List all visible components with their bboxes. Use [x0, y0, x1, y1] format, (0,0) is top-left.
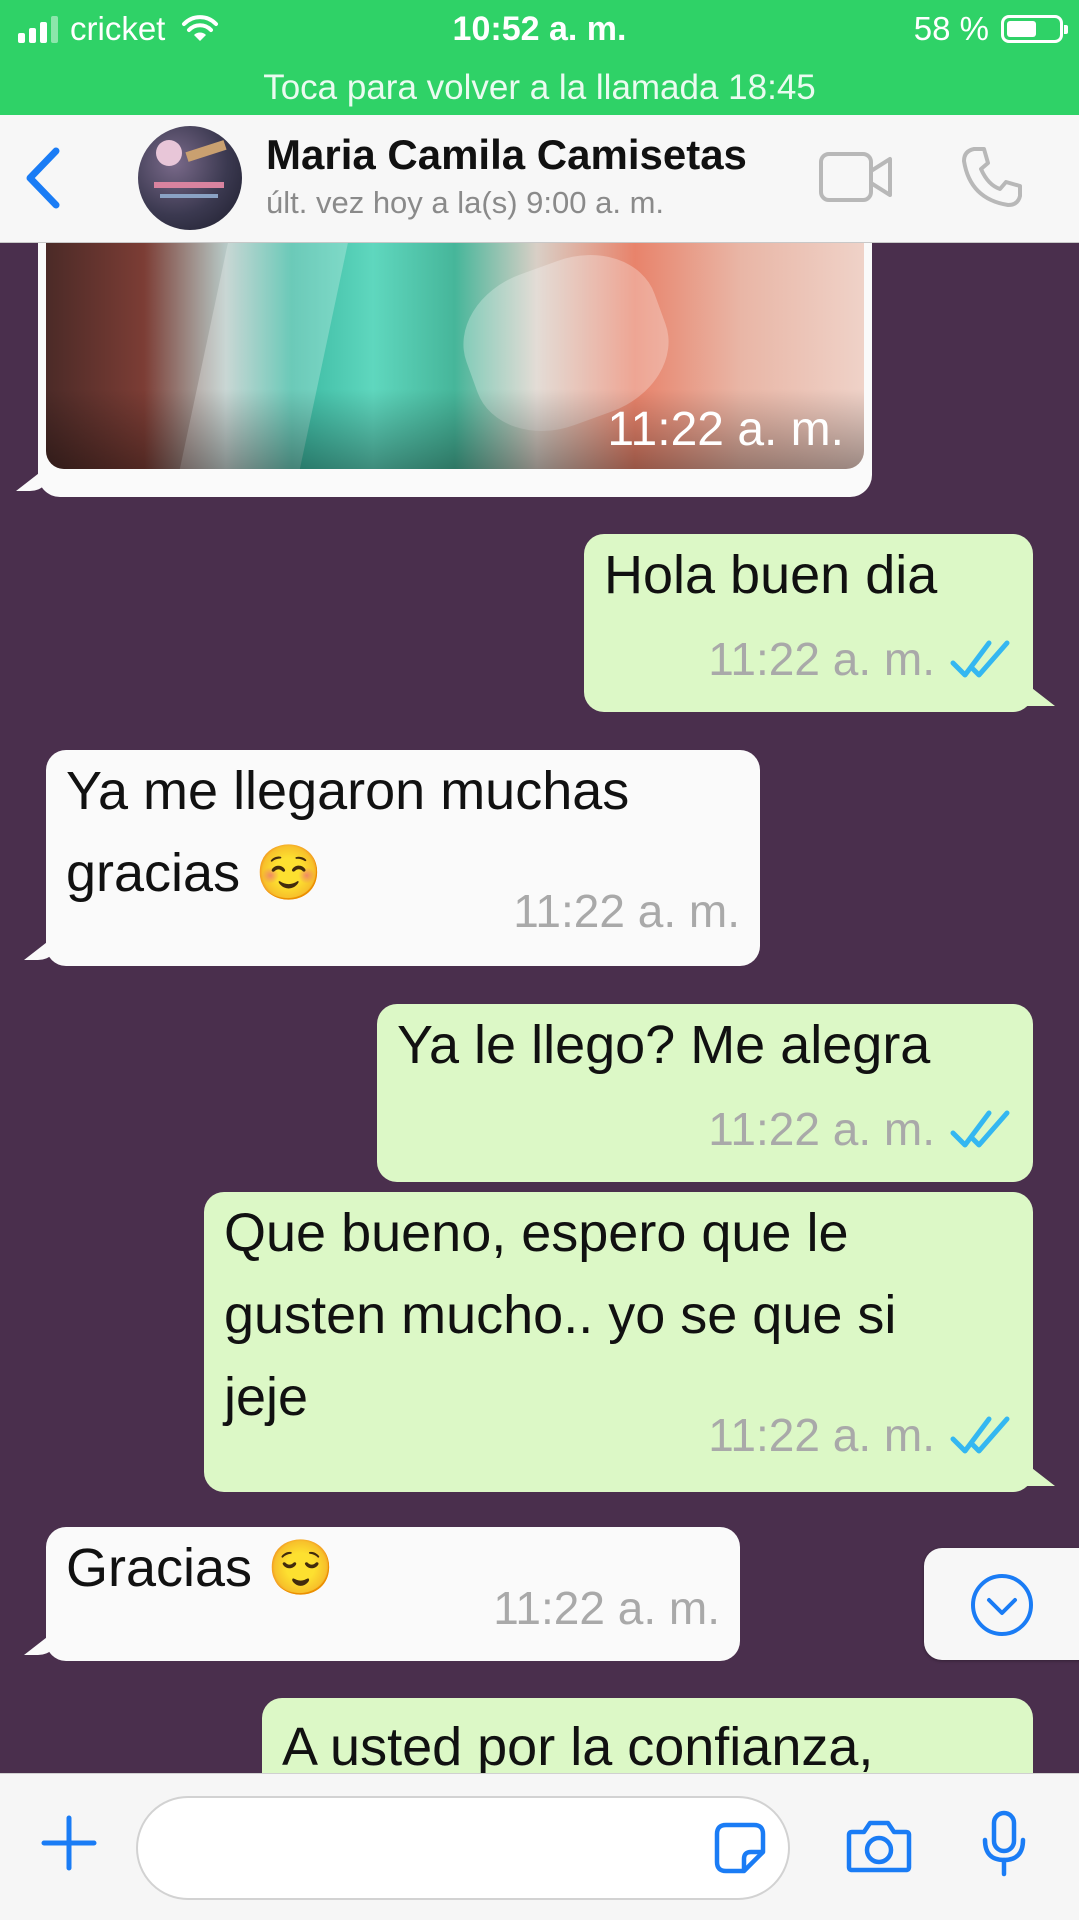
status-right: 58 %	[913, 10, 1068, 48]
outgoing-message[interactable]: A usted por la confianza,	[262, 1698, 1033, 1773]
back-chevron-icon[interactable]	[20, 145, 70, 211]
phone-call-icon[interactable]	[960, 145, 1024, 209]
message-meta: 11:22 a. m.	[493, 1567, 720, 1649]
image-message-bubble[interactable]: 11:22 a. m.	[38, 243, 872, 497]
plus-icon[interactable]	[40, 1814, 98, 1872]
chat-header: Maria Camila Camisetas últ. vez hoy a la…	[0, 115, 1079, 243]
message-meta: 11:22 a. m.	[708, 1088, 1015, 1170]
last-seen-status: últ. vez hoy a la(s) 9:00 a. m.	[266, 185, 665, 220]
message-text-line-1: Ya me llegaron muchas	[66, 761, 630, 821]
double-check-icon	[950, 1416, 1010, 1454]
outgoing-message[interactable]: Hola buen dia 11:22 a. m.	[584, 534, 1033, 712]
image-message-photo[interactable]: 11:22 a. m.	[46, 243, 864, 469]
message-input[interactable]	[136, 1796, 790, 1900]
incoming-message[interactable]: Ya me llegaron muchas gracias ☺️ 11:22 a…	[46, 750, 760, 966]
message-text: A usted por la confianza,	[282, 1717, 874, 1773]
message-text: Ya le llego? Me alegra	[397, 1015, 931, 1075]
scroll-down-icon	[971, 1574, 1033, 1636]
message-time: 11:22 a. m.	[708, 1103, 935, 1155]
message-text-line-2: gusten mucho.. yo se que si	[224, 1285, 897, 1345]
message-list[interactable]: 11:22 a. m. Hola buen dia 11:22 a. m. Ya…	[0, 243, 1079, 1773]
outgoing-message[interactable]: Ya le llego? Me alegra 11:22 a. m.	[377, 1004, 1033, 1182]
message-time: 11:22 a. m.	[708, 633, 935, 685]
camera-icon[interactable]	[846, 1818, 912, 1874]
battery-percentage: 58 %	[913, 10, 989, 47]
sticker-icon[interactable]	[714, 1822, 766, 1874]
return-to-call-text: Toca para volver a la llamada 18:45	[263, 68, 816, 107]
scroll-to-bottom-button[interactable]	[924, 1548, 1079, 1660]
message-text-line-1: Que bueno, espero que le	[224, 1203, 849, 1263]
message-text: Hola buen dia	[604, 545, 938, 605]
return-to-call-banner[interactable]: Toca para volver a la llamada 18:45	[0, 60, 1079, 115]
message-input-bar	[0, 1773, 1079, 1920]
video-call-icon[interactable]	[818, 149, 894, 205]
message-time: 11:22 a. m.	[607, 403, 844, 456]
battery-icon	[1001, 15, 1068, 43]
message-time: 11:22 a. m.	[513, 885, 740, 937]
double-check-icon	[950, 1110, 1010, 1148]
message-text-line-2: gracias ☺️	[66, 843, 323, 903]
microphone-icon[interactable]	[980, 1810, 1028, 1878]
message-time: 11:22 a. m.	[493, 1582, 720, 1634]
message-text: Gracias 😌	[66, 1538, 335, 1598]
message-meta: 11:22 a. m.	[513, 870, 740, 952]
incoming-message[interactable]: Gracias 😌 11:22 a. m.	[46, 1527, 740, 1661]
message-meta: 11:22 a. m.	[708, 1394, 1015, 1476]
message-meta: 11:22 a. m.	[708, 618, 1015, 700]
outgoing-message[interactable]: Que bueno, espero que le gusten mucho.. …	[204, 1192, 1033, 1492]
status-bar: cricket 10:52 a. m. 58 %	[0, 0, 1079, 60]
contact-name[interactable]: Maria Camila Camisetas	[266, 131, 747, 179]
double-check-icon	[950, 640, 1010, 678]
avatar[interactable]	[138, 126, 242, 230]
message-time: 11:22 a. m.	[708, 1409, 935, 1461]
message-text-line-3: jeje	[224, 1367, 309, 1427]
